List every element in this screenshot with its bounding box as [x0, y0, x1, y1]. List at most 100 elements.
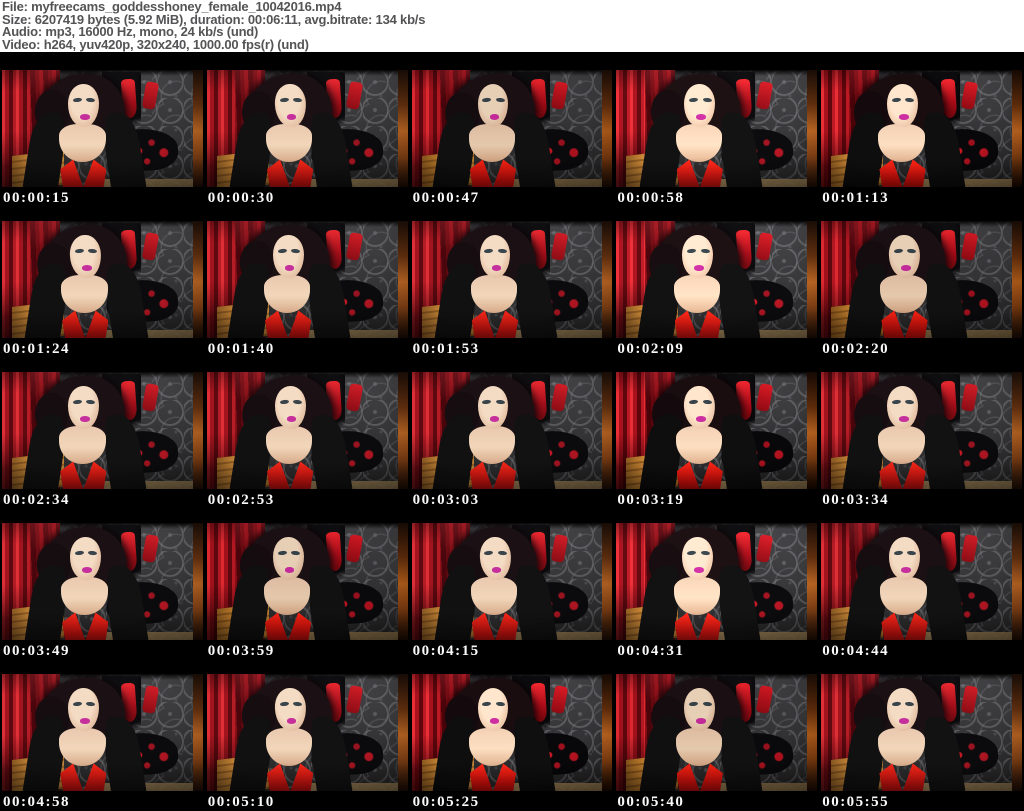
scene-vignette	[412, 221, 613, 338]
thumbnail-timestamp: 00:05:25	[412, 794, 613, 810]
video-frame-thumbnail	[2, 372, 203, 489]
thumbnail-cell: 00:02:20	[821, 221, 1022, 357]
thumbnail-timestamp: 00:00:30	[207, 190, 408, 206]
scene-vignette	[616, 70, 817, 187]
thumbnail-sheet: 00:00:15	[0, 52, 1024, 811]
thumbnail-timestamp: 00:05:10	[207, 794, 408, 810]
thumbnail-timestamp: 00:04:15	[412, 643, 613, 659]
thumbnail-cell: 00:03:19	[616, 372, 817, 508]
video-frame-thumbnail	[412, 523, 613, 640]
video-frame-thumbnail	[412, 674, 613, 791]
thumbnail-timestamp: 00:01:53	[412, 341, 613, 357]
video-frame-thumbnail	[412, 372, 613, 489]
thumbnail-timestamp: 00:04:44	[821, 643, 1022, 659]
scene-vignette	[2, 221, 203, 338]
thumbnail-timestamp: 00:03:49	[2, 643, 203, 659]
scene-vignette	[2, 70, 203, 187]
video-frame-thumbnail	[412, 221, 613, 338]
thumbnail-timestamp: 00:01:24	[2, 341, 203, 357]
thumbnail-cell: 00:04:58	[2, 674, 203, 810]
thumbnail-timestamp: 00:02:34	[2, 492, 203, 508]
scene-vignette	[821, 372, 1022, 489]
video-frame-thumbnail	[2, 70, 203, 187]
video-frame-thumbnail	[207, 523, 408, 640]
video-frame-thumbnail	[207, 372, 408, 489]
thumbnail-timestamp: 00:05:40	[616, 794, 817, 810]
thumbnail-cell: 00:03:49	[2, 523, 203, 659]
scene-vignette	[207, 372, 408, 489]
thumbnail-cell: 00:00:15	[2, 70, 203, 206]
video-frame-thumbnail	[616, 221, 817, 338]
scene-vignette	[412, 674, 613, 791]
thumbnail-cell: 00:00:47	[412, 70, 613, 206]
video-frame-thumbnail	[207, 674, 408, 791]
video-info-line: Video: h264, yuv420p, 320x240, 1000.00 f…	[2, 39, 1024, 52]
scene-vignette	[207, 221, 408, 338]
video-frame-thumbnail	[821, 221, 1022, 338]
scene-vignette	[616, 221, 817, 338]
video-frame-thumbnail	[2, 523, 203, 640]
thumbnail-timestamp: 00:01:40	[207, 341, 408, 357]
thumbnail-cell: 00:05:10	[207, 674, 408, 810]
thumbnail-cell: 00:04:15	[412, 523, 613, 659]
thumbnail-timestamp: 00:00:47	[412, 190, 613, 206]
thumbnail-timestamp: 00:02:09	[616, 341, 817, 357]
thumbnail-cell: 00:04:31	[616, 523, 817, 659]
thumbnail-cell: 00:03:34	[821, 372, 1022, 508]
thumbnail-cell: 00:01:13	[821, 70, 1022, 206]
thumbnail-cell: 00:03:59	[207, 523, 408, 659]
thumbnail-cell: 00:02:34	[2, 372, 203, 508]
scene-vignette	[2, 674, 203, 791]
video-frame-thumbnail	[412, 70, 613, 187]
thumbnail-timestamp: 00:03:34	[821, 492, 1022, 508]
scene-vignette	[2, 372, 203, 489]
file-info-header: File: myfreecams_goddesshoney_female_100…	[0, 0, 1024, 52]
thumbnail-timestamp: 00:04:58	[2, 794, 203, 810]
video-frame-thumbnail	[821, 674, 1022, 791]
thumbnail-timestamp: 00:00:58	[616, 190, 817, 206]
thumbnail-cell: 00:00:58	[616, 70, 817, 206]
scene-vignette	[207, 674, 408, 791]
thumbnail-cell: 00:02:53	[207, 372, 408, 508]
scene-vignette	[821, 70, 1022, 187]
thumbnail-cell: 00:04:44	[821, 523, 1022, 659]
thumbnail-cell: 00:03:03	[412, 372, 613, 508]
thumbnail-timestamp: 00:03:59	[207, 643, 408, 659]
video-frame-thumbnail	[2, 674, 203, 791]
scene-vignette	[616, 523, 817, 640]
scene-vignette	[412, 372, 613, 489]
video-frame-thumbnail	[207, 70, 408, 187]
thumbnail-timestamp: 00:02:20	[821, 341, 1022, 357]
scene-vignette	[616, 372, 817, 489]
thumbnail-timestamp: 00:04:31	[616, 643, 817, 659]
thumbnail-cell: 00:01:53	[412, 221, 613, 357]
thumbnail-timestamp: 00:02:53	[207, 492, 408, 508]
scene-vignette	[821, 221, 1022, 338]
thumbnail-cell: 00:00:30	[207, 70, 408, 206]
scene-vignette	[821, 523, 1022, 640]
thumbnail-cell: 00:05:25	[412, 674, 613, 810]
scene-vignette	[2, 523, 203, 640]
scene-vignette	[412, 70, 613, 187]
video-frame-thumbnail	[616, 523, 817, 640]
thumbnail-timestamp: 00:03:03	[412, 492, 613, 508]
scene-vignette	[616, 674, 817, 791]
scene-vignette	[207, 70, 408, 187]
thumbnail-timestamp: 00:03:19	[616, 492, 817, 508]
scene-vignette	[821, 674, 1022, 791]
video-frame-thumbnail	[207, 221, 408, 338]
video-frame-thumbnail	[821, 372, 1022, 489]
thumbnail-cell: 00:01:24	[2, 221, 203, 357]
video-frame-thumbnail	[821, 523, 1022, 640]
thumbnail-grid: 00:00:15	[2, 70, 1022, 810]
video-frame-thumbnail	[616, 674, 817, 791]
video-frame-thumbnail	[616, 70, 817, 187]
thumbnail-timestamp: 00:01:13	[821, 190, 1022, 206]
thumbnail-timestamp: 00:05:55	[821, 794, 1022, 810]
thumbnail-cell: 00:05:55	[821, 674, 1022, 810]
thumbnail-cell: 00:02:09	[616, 221, 817, 357]
scene-vignette	[412, 523, 613, 640]
contact-sheet: { "header": { "lines": [ "File: myfreeca…	[0, 0, 1024, 811]
video-frame-thumbnail	[2, 221, 203, 338]
video-frame-thumbnail	[821, 70, 1022, 187]
